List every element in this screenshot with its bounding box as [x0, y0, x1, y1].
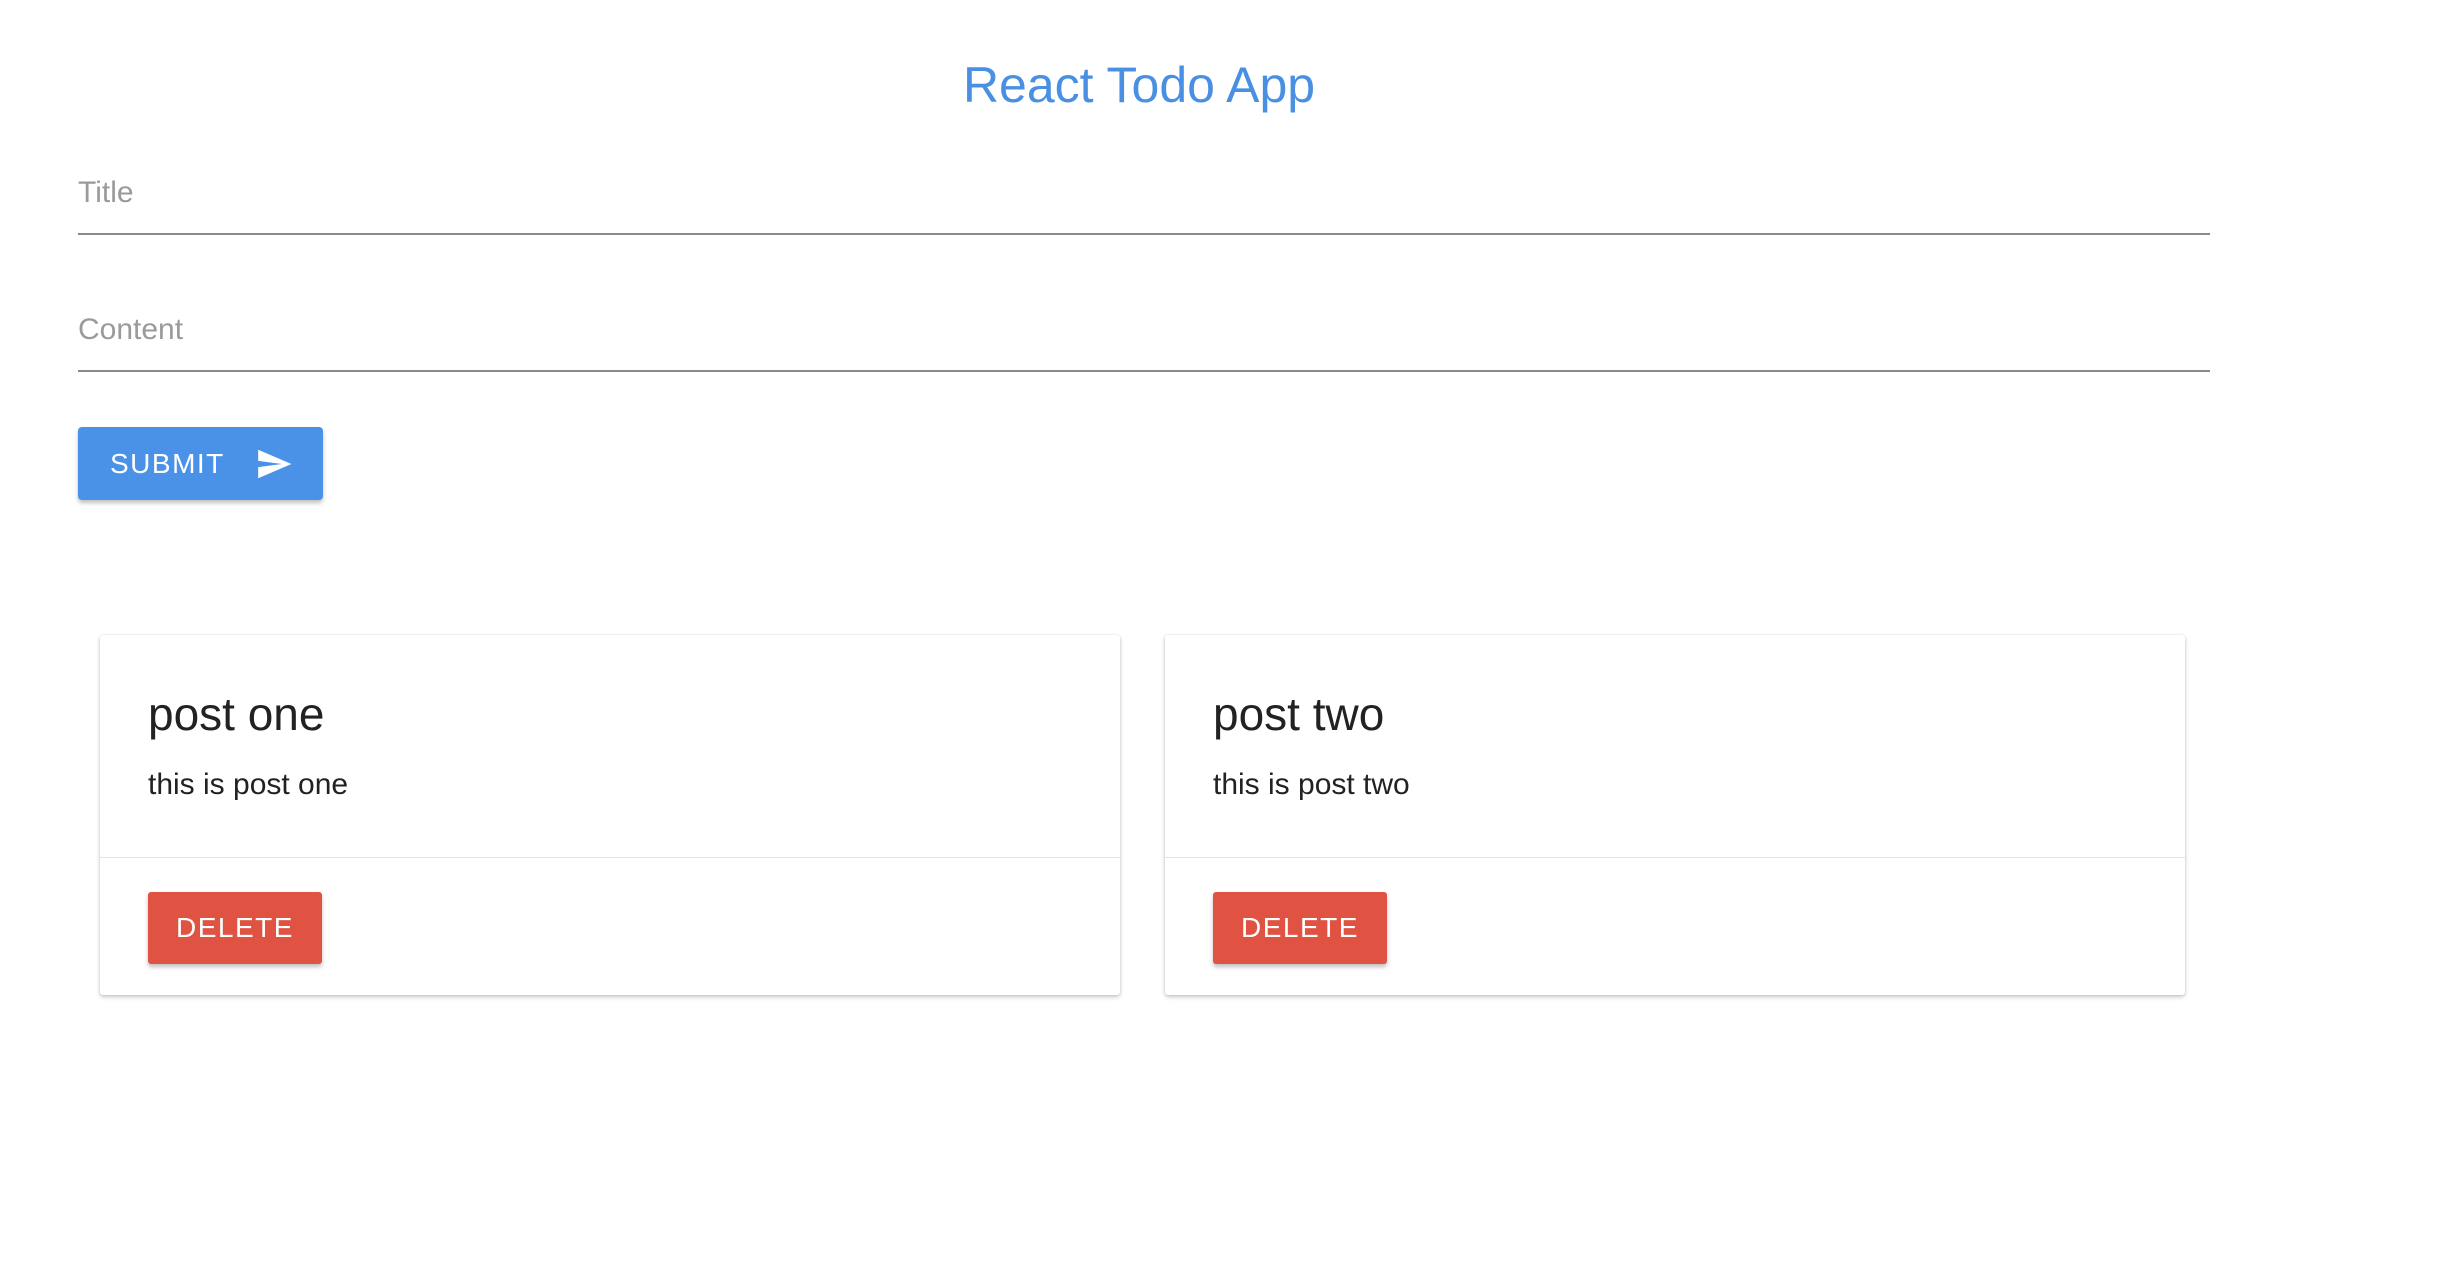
post-content: this is post one — [148, 768, 349, 801]
app-title: React Todo App — [962, 57, 1316, 113]
post-card-body: post one this is post one — [100, 635, 1120, 858]
post-title: post one — [148, 688, 325, 740]
content-field-wrapper — [78, 290, 2210, 372]
title-input[interactable] — [78, 153, 2210, 233]
submit-label: SUBMIT — [110, 447, 225, 479]
send-icon — [255, 445, 293, 483]
post-card: post one this is post one DELETE — [100, 635, 1120, 995]
delete-button[interactable]: DELETE — [1213, 892, 1387, 964]
content-input[interactable] — [78, 290, 2210, 370]
post-title: post two — [1213, 688, 1385, 740]
post-card: post two this is post two DELETE — [1165, 635, 2185, 995]
page: React Todo App SUBMIT post one this is p… — [0, 0, 2448, 1270]
delete-button[interactable]: DELETE — [148, 892, 322, 964]
post-content: this is post two — [1213, 768, 1410, 801]
submit-button[interactable]: SUBMIT — [78, 427, 323, 500]
title-field-wrapper — [78, 153, 2210, 235]
post-card-body: post two this is post two — [1165, 635, 2185, 858]
